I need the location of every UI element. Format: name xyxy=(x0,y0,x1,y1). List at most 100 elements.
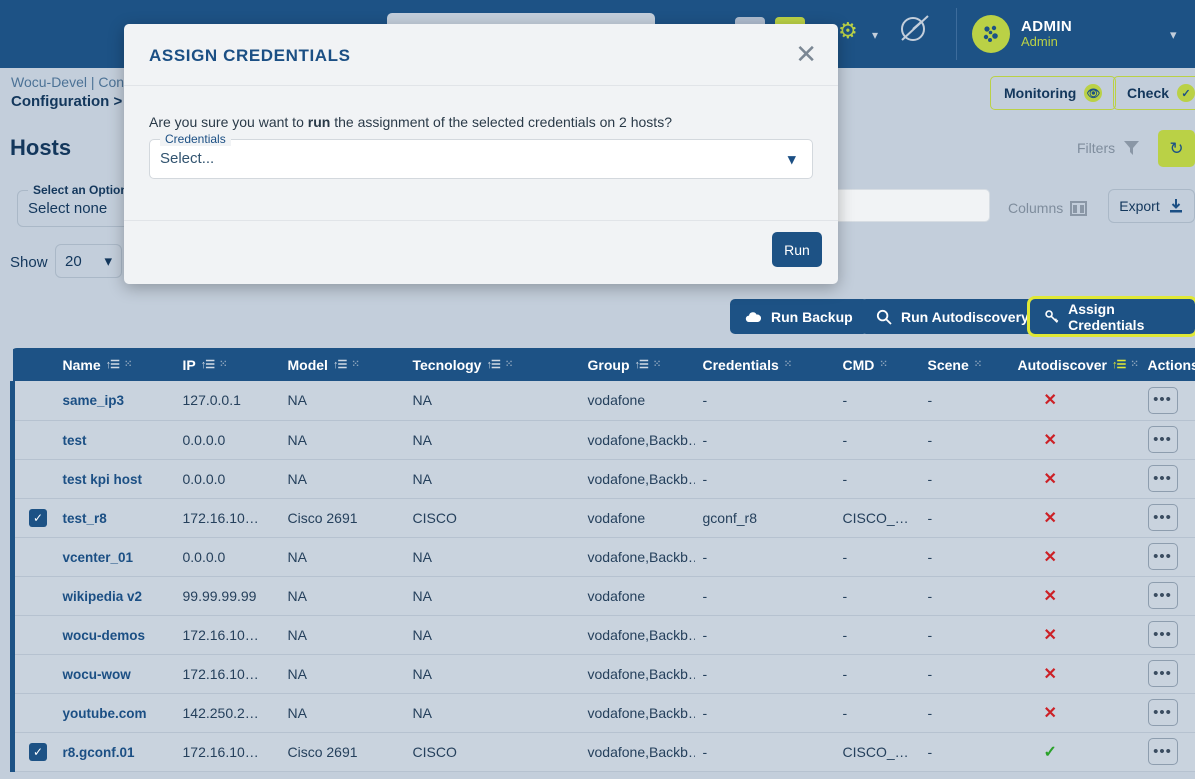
sort-icon[interactable]: ↑☰ xyxy=(486,358,500,371)
cell-ip: 99.99.99.99 xyxy=(174,576,280,616)
user-menu-chevron-down-icon[interactable]: ▾ xyxy=(1170,27,1177,43)
column-drag-handle-icon[interactable]: ⁙ xyxy=(1130,359,1139,370)
sort-icon[interactable]: ↑☰ xyxy=(1112,358,1126,371)
table-row[interactable]: same_ip3 127.0.0.1 NA NA vodafone - - - ✕ ••• xyxy=(10,381,1195,421)
host-link[interactable]: same_ip3 xyxy=(63,393,125,408)
table-row[interactable]: ✓ r8.gconf.01 172.16.10… Cisco 2691 CISCO vod… xyxy=(10,732,1195,772)
table-row[interactable]: wikipedia v2 99.99.99.99 NA NA vodafone - - - ✕ •… xyxy=(10,576,1195,616)
gear-icon[interactable]: ⚙ xyxy=(838,20,858,42)
table-row[interactable]: ✓ test_r8 172.16.10… Cisco 2691 CISCO vodafon… xyxy=(10,498,1195,538)
host-link[interactable]: test xyxy=(63,433,87,448)
page-size-select[interactable]: 20 ▾ xyxy=(55,244,122,278)
table-row[interactable]: test kpi host 0.0.0.0 NA NA vodafone,Backb… -… xyxy=(10,459,1195,499)
row-checkbox[interactable] xyxy=(29,431,47,449)
table-row[interactable]: test 0.0.0.0 NA NA vodafone,Backb… - - - ✕ ••• xyxy=(10,420,1195,460)
table-row[interactable]: youtube.com 142.250.2… NA NA vodafone,Backb…… xyxy=(10,693,1195,733)
column-tecnology[interactable]: Tecnology ↑☰ ⁙ xyxy=(404,348,580,381)
monitoring-button[interactable]: Monitoring 👁 xyxy=(990,76,1117,110)
columns-control[interactable]: Columns xyxy=(1008,200,1088,216)
row-actions-menu-button[interactable]: ••• xyxy=(1147,426,1178,453)
host-link[interactable]: r8.gconf.01 xyxy=(63,745,135,760)
cell-ip: 0.0.0.0 xyxy=(174,420,280,460)
credentials-select[interactable] xyxy=(149,139,813,179)
refresh-button[interactable]: ↻ xyxy=(1158,130,1195,167)
cell-cmd: - xyxy=(834,459,920,499)
column-drag-handle-icon[interactable]: ⁙ xyxy=(124,359,133,370)
cell-tecnology: NA xyxy=(404,537,580,577)
row-select-cell[interactable]: ✓ xyxy=(10,732,55,772)
column-tecnology-label: Tecnology xyxy=(412,356,482,373)
sort-icon[interactable]: ↑☰ xyxy=(106,358,120,371)
row-select-cell[interactable] xyxy=(10,693,55,733)
row-checkbox[interactable] xyxy=(29,626,47,644)
row-actions-menu-button[interactable]: ••• xyxy=(1147,543,1178,570)
close-icon[interactable]: ✕ xyxy=(795,41,817,67)
column-drag-handle-icon[interactable]: ⁙ xyxy=(219,359,228,370)
row-actions-menu-button[interactable]: ••• xyxy=(1147,504,1178,531)
column-drag-handle-icon[interactable]: ⁙ xyxy=(505,359,514,370)
host-link[interactable]: youtube.com xyxy=(63,706,147,721)
host-link[interactable]: test kpi host xyxy=(63,472,143,487)
export-button[interactable]: Export xyxy=(1108,189,1195,223)
row-select-cell[interactable] xyxy=(10,537,55,577)
column-group[interactable]: Group ↑☰ ⁙ xyxy=(579,348,695,381)
host-link[interactable]: wocu-demos xyxy=(63,628,146,643)
column-drag-handle-icon[interactable]: ⁙ xyxy=(653,359,662,370)
row-actions-menu-button[interactable]: ••• xyxy=(1147,621,1178,648)
column-drag-handle-icon[interactable]: ⁙ xyxy=(974,359,983,370)
row-select-cell[interactable]: ✓ xyxy=(10,498,55,538)
column-name[interactable]: Name ↑☰ ⁙ xyxy=(54,348,175,381)
row-checkbox[interactable] xyxy=(29,704,47,722)
sort-icon[interactable]: ↑☰ xyxy=(333,358,347,371)
row-actions-menu-button[interactable]: ••• xyxy=(1147,386,1178,414)
run-button[interactable]: Run xyxy=(772,232,822,267)
row-select-cell[interactable] xyxy=(10,576,55,616)
row-select-cell[interactable] xyxy=(10,420,55,460)
column-ip[interactable]: IP ↑☰ ⁙ xyxy=(174,348,280,381)
row-select-cell[interactable] xyxy=(10,381,55,421)
row-actions-menu-button[interactable]: ••• xyxy=(1147,738,1178,765)
run-autodiscovery-button[interactable]: Run Autodiscovery xyxy=(861,299,1044,334)
run-backup-button[interactable]: Run Backup xyxy=(730,299,868,334)
cell-group: vodafone,Backb… xyxy=(579,654,695,694)
row-checkbox[interactable] xyxy=(29,470,47,488)
wocu-logo-icon[interactable] xyxy=(898,14,932,50)
row-actions-menu-button[interactable]: ••• xyxy=(1147,582,1178,609)
column-drag-handle-icon[interactable]: ⁙ xyxy=(879,359,888,370)
host-link[interactable]: test_r8 xyxy=(63,511,107,526)
breadcrumb-path[interactable]: Wocu-Devel | Con xyxy=(11,74,124,90)
host-link[interactable]: wocu-wow xyxy=(63,667,131,682)
host-link[interactable]: vcenter_01 xyxy=(63,550,134,565)
sort-icon[interactable]: ↑☰ xyxy=(201,358,215,371)
column-autodiscover[interactable]: Autodiscover ↑☰ ⁙ xyxy=(1009,348,1140,381)
cell-autodiscover: ✕ xyxy=(1009,381,1140,421)
check-button[interactable]: Check ✓ xyxy=(1113,76,1195,110)
chevron-down-icon[interactable]: ▾ xyxy=(788,150,796,168)
sort-icon[interactable]: ↑☰ xyxy=(635,358,649,371)
column-model[interactable]: Model ↑☰ ⁙ xyxy=(279,348,405,381)
cell-tecnology: NA xyxy=(404,576,580,616)
row-checkbox[interactable]: ✓ xyxy=(29,508,47,527)
table-row[interactable]: wocu-wow 172.16.10… NA NA vodafone,Backb… - - -… xyxy=(10,654,1195,694)
row-select-cell[interactable] xyxy=(10,654,55,694)
column-drag-handle-icon[interactable]: ⁙ xyxy=(784,359,793,370)
row-actions-menu-button[interactable]: ••• xyxy=(1147,465,1178,492)
row-checkbox[interactable]: ✓ xyxy=(29,742,47,761)
column-drag-handle-icon[interactable]: ⁙ xyxy=(351,359,360,370)
table-row[interactable]: wocu-demos 172.16.10… NA NA vodafone,Backb… -… xyxy=(10,615,1195,655)
row-checkbox[interactable] xyxy=(29,391,47,409)
row-checkbox[interactable] xyxy=(29,665,47,683)
host-link[interactable]: wikipedia v2 xyxy=(63,589,143,604)
row-actions-menu-button[interactable]: ••• xyxy=(1147,660,1178,687)
chevron-down-icon[interactable]: ▾ xyxy=(872,28,878,42)
table-row[interactable]: vcenter_01 0.0.0.0 NA NA vodafone,Backb… - - - ✕… xyxy=(10,537,1195,577)
filters-control[interactable]: Filters xyxy=(1077,139,1140,156)
row-checkbox[interactable] xyxy=(29,548,47,566)
row-checkbox[interactable] xyxy=(29,587,47,605)
assign-credentials-button[interactable]: Assign Credentials xyxy=(1027,296,1195,337)
column-autodiscover-label: Autodiscover xyxy=(1017,356,1107,373)
user-menu[interactable]: ADMIN Admin xyxy=(972,0,1072,68)
row-actions-menu-button[interactable]: ••• xyxy=(1147,699,1178,726)
row-select-cell[interactable] xyxy=(10,615,55,655)
row-select-cell[interactable] xyxy=(10,459,55,499)
